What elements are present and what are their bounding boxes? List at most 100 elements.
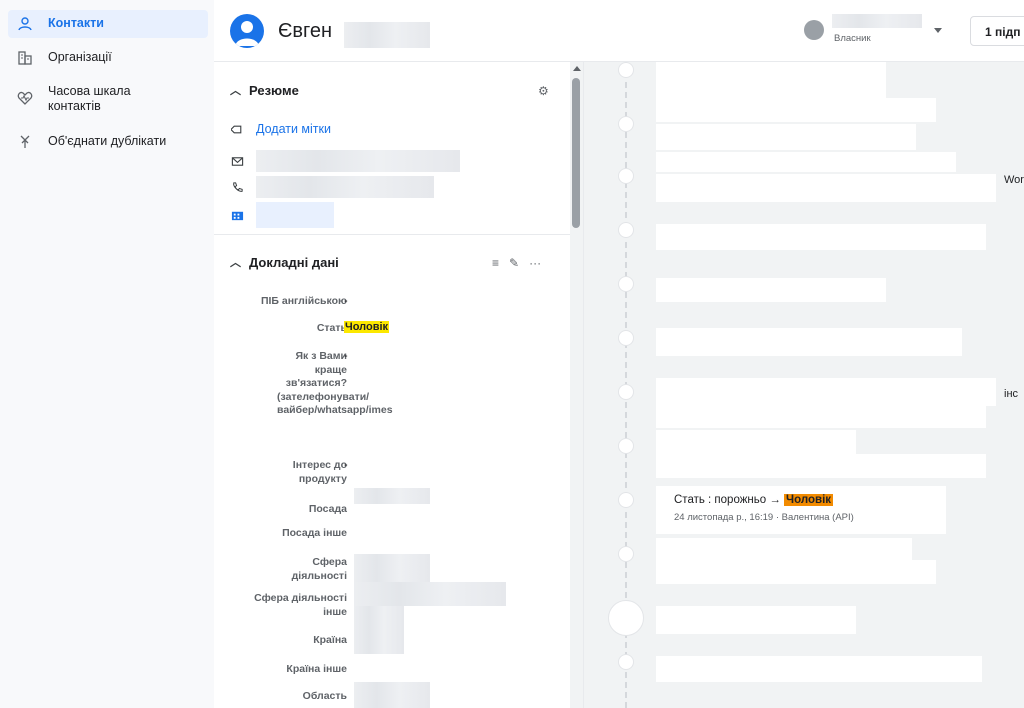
sidebar-item-label: Об'єднати дублікати bbox=[48, 134, 167, 148]
timeline-dot bbox=[618, 222, 634, 238]
sidebar-item-label: Контакти bbox=[48, 16, 104, 30]
details-section-toggle[interactable]: ︿ Докладні дані bbox=[230, 254, 339, 270]
field-value[interactable]: - bbox=[344, 350, 348, 362]
redacted-email[interactable] bbox=[256, 150, 460, 172]
redacted-field-value[interactable] bbox=[354, 554, 430, 584]
chevron-up-icon: ︿ bbox=[230, 257, 241, 269]
timeline-dot bbox=[618, 384, 634, 400]
timeline-dot bbox=[618, 62, 634, 78]
scroll-up-arrow[interactable] bbox=[573, 66, 581, 71]
field-value[interactable]: - bbox=[344, 295, 348, 307]
details-toolbar: ≡ ✎ ··· bbox=[492, 256, 541, 270]
field-value[interactable]: - bbox=[344, 459, 348, 471]
contact-header: Євген Власник 1 підп bbox=[214, 0, 1024, 62]
timeline-dot bbox=[618, 276, 634, 292]
event-description: Стать : порожньо → Чоловік bbox=[674, 494, 946, 506]
redacted-activity[interactable] bbox=[656, 62, 886, 98]
owner-label: Власник bbox=[834, 33, 871, 44]
field-label: Як з Вами краще зв'язатися? (зателефонув… bbox=[277, 350, 393, 416]
redacted-name bbox=[344, 22, 430, 48]
summary-section-toggle[interactable]: ︿ Резюме bbox=[230, 82, 299, 98]
field-label: Країна bbox=[313, 634, 347, 646]
building-icon bbox=[230, 208, 244, 222]
avatar bbox=[230, 14, 264, 48]
person-icon bbox=[16, 16, 34, 32]
redacted-activity[interactable] bbox=[656, 606, 856, 634]
chevron-up-icon: ︿ bbox=[230, 85, 241, 97]
add-tags-link[interactable]: Додати мітки bbox=[230, 122, 331, 136]
redacted-activity[interactable] bbox=[656, 406, 986, 428]
section-divider bbox=[214, 234, 570, 235]
phone-row bbox=[230, 176, 434, 198]
redacted-activity[interactable] bbox=[656, 152, 956, 172]
owner-avatar bbox=[804, 20, 824, 40]
timeline-dot bbox=[618, 330, 634, 346]
redacted-activity[interactable] bbox=[656, 124, 916, 150]
sidebar-item-timeline[interactable]: Часова шкала контактів bbox=[8, 78, 188, 120]
sidebar-item-merge-duplicates[interactable]: Об'єднати дублікати bbox=[8, 128, 208, 156]
redacted-activity[interactable] bbox=[656, 278, 886, 302]
details-panel: ︿ Резюме ⚙ Додати мітки ︿ Докладні дані … bbox=[214, 62, 584, 708]
redacted-activity[interactable] bbox=[656, 454, 986, 478]
event-new-value: Чоловік bbox=[784, 494, 834, 506]
redacted-activity[interactable] bbox=[656, 224, 986, 250]
redacted-activity[interactable] bbox=[656, 174, 996, 202]
redacted-activity[interactable] bbox=[656, 430, 856, 454]
edit-icon[interactable]: ✎ bbox=[509, 256, 519, 270]
redacted-activity[interactable] bbox=[656, 538, 912, 560]
merge-icon bbox=[16, 134, 34, 150]
timeline-event-gender-change[interactable]: Стать : порожньо → Чоловік 24 листопада … bbox=[656, 486, 946, 534]
field-label: Посада bbox=[308, 503, 347, 515]
summary-title: Резюме bbox=[249, 82, 299, 98]
timeline-dot bbox=[618, 168, 634, 184]
field-label: Країна інше bbox=[286, 663, 347, 675]
scrollbar-thumb[interactable] bbox=[572, 78, 580, 228]
mail-icon bbox=[230, 154, 244, 168]
field-label: ПІБ англійською bbox=[260, 295, 347, 307]
redacted-organization[interactable] bbox=[256, 202, 334, 228]
timeline-dot bbox=[618, 492, 634, 508]
timeline-dot bbox=[618, 438, 634, 454]
redacted-field-value[interactable] bbox=[354, 682, 430, 708]
field-label: Сфера діяльності інше bbox=[254, 592, 347, 618]
redacted-field-value[interactable] bbox=[354, 582, 506, 606]
more-icon[interactable]: ··· bbox=[529, 256, 541, 270]
field-label: Область bbox=[302, 690, 347, 702]
follow-button[interactable]: 1 підп bbox=[970, 16, 1024, 46]
app-window: Контакти Організації Часова шкала контак… bbox=[0, 0, 1024, 708]
event-meta: 24 листопада р., 16:19 · Валентина (API) bbox=[674, 512, 854, 523]
redacted-activity[interactable] bbox=[656, 656, 982, 682]
sidebar-item-label: Часова шкала контактів bbox=[48, 84, 131, 113]
timeline-dot bbox=[618, 654, 634, 670]
redacted-activity[interactable] bbox=[656, 378, 996, 406]
chevron-down-icon bbox=[934, 28, 942, 33]
field-label: Сфера діяльності bbox=[291, 556, 347, 582]
event-prefix: Стать : порожньо → bbox=[674, 494, 781, 506]
filter-icon[interactable]: ≡ bbox=[492, 256, 499, 270]
truncated-text: інс bbox=[1004, 388, 1019, 400]
timeline-dot bbox=[618, 546, 634, 562]
phone-icon bbox=[230, 180, 244, 194]
timeline-dot bbox=[618, 116, 634, 132]
timeline-dot bbox=[608, 600, 644, 636]
redacted-position[interactable] bbox=[354, 488, 430, 504]
sidebar-item-contacts[interactable]: Контакти bbox=[8, 10, 208, 38]
redacted-activity[interactable] bbox=[656, 98, 936, 122]
redacted-field-value[interactable] bbox=[354, 606, 404, 630]
redacted-owner bbox=[832, 14, 922, 28]
owner-selector[interactable]: Власник bbox=[804, 14, 954, 48]
sidebar-item-organizations[interactable]: Організації bbox=[8, 44, 208, 72]
redacted-activity[interactable] bbox=[656, 328, 962, 356]
gender-value: Чоловік bbox=[344, 321, 390, 333]
redacted-field-value[interactable] bbox=[354, 630, 404, 654]
sidebar: Контакти Організації Часова шкала контак… bbox=[0, 0, 214, 708]
redacted-phone[interactable] bbox=[256, 176, 434, 198]
building-icon bbox=[16, 50, 34, 66]
gear-icon[interactable]: ⚙ bbox=[538, 84, 549, 98]
redacted-activity[interactable] bbox=[656, 560, 936, 584]
tag-icon bbox=[230, 122, 244, 136]
field-value[interactable]: Чоловік bbox=[344, 321, 390, 333]
field-label: Стать bbox=[316, 322, 347, 334]
details-title: Докладні дані bbox=[249, 254, 339, 270]
truncated-text: Wor bbox=[1004, 174, 1024, 186]
